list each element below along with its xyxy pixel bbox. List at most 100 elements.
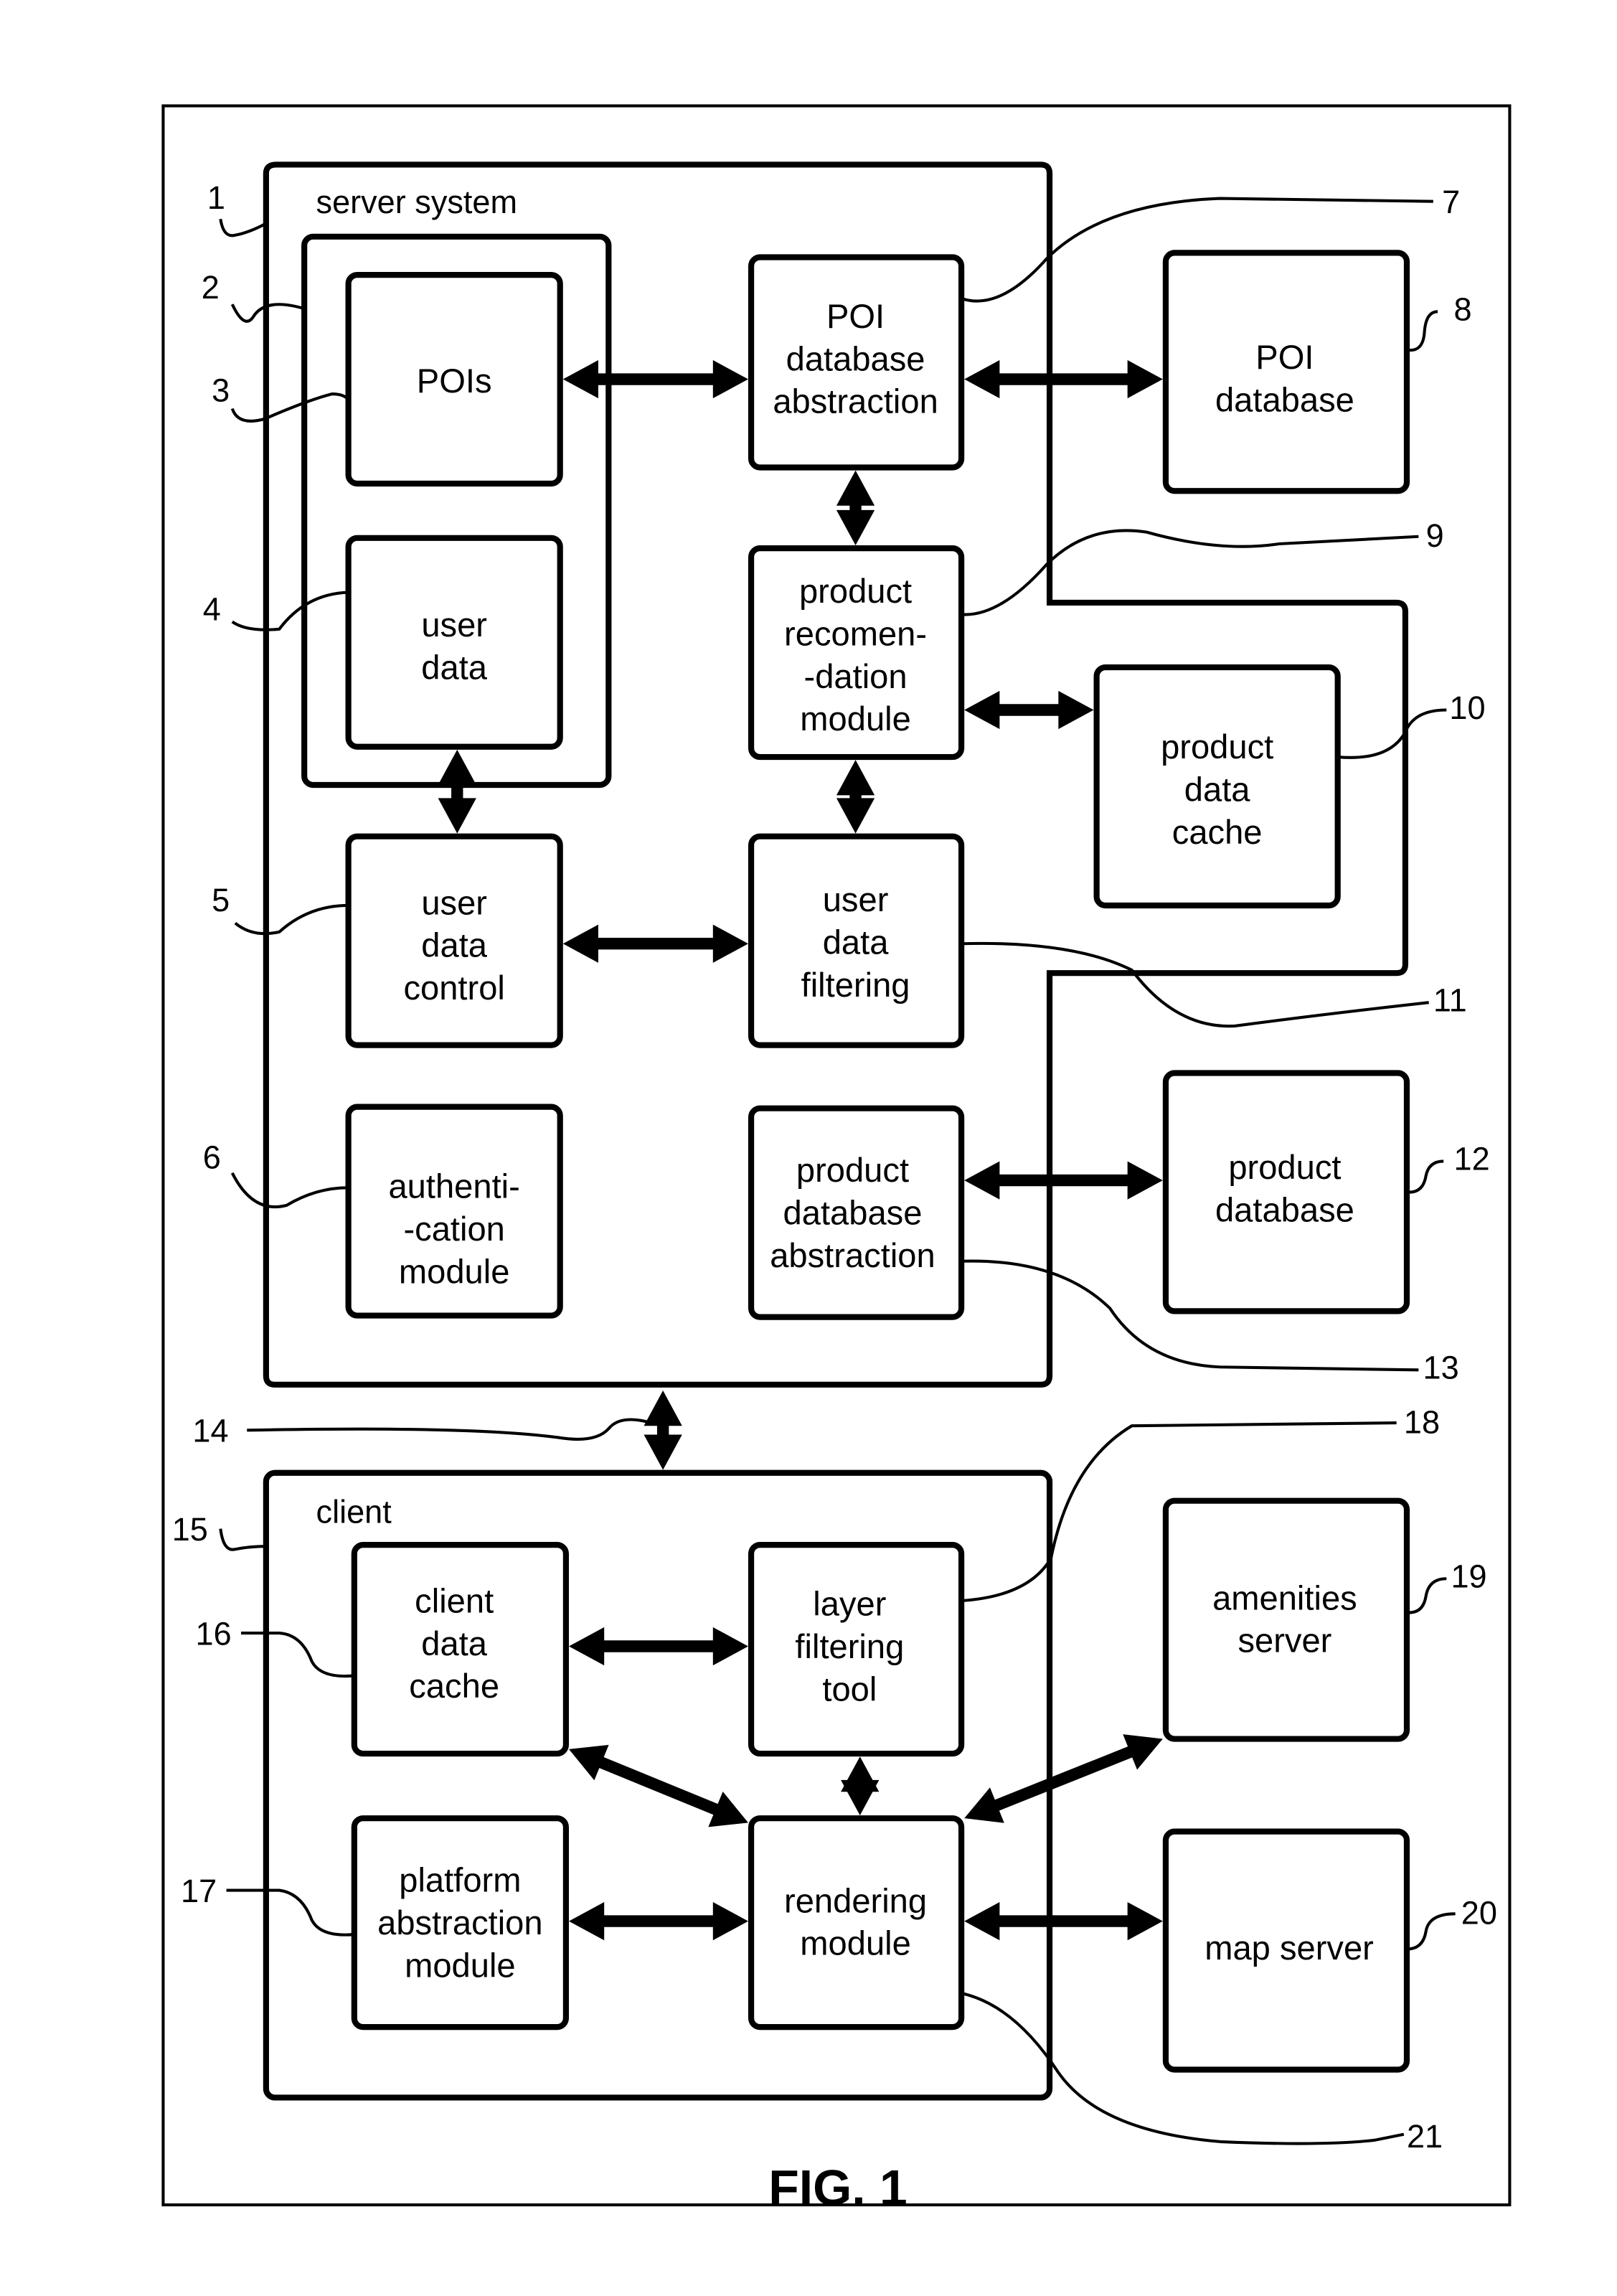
box-label: client — [415, 1581, 494, 1619]
leader-4 — [231, 591, 349, 631]
arrow-poi-db-abstraction-poi-db — [964, 359, 1163, 399]
ref-10: 10 — [1449, 690, 1485, 726]
arrow-amenities-rendering — [964, 1734, 1163, 1823]
ref-15: 15 — [172, 1511, 208, 1548]
box-label: abstraction — [377, 1904, 542, 1942]
box-label: filtering — [801, 966, 910, 1004]
ref-7: 7 — [1442, 184, 1460, 220]
box-user-data-control: user data control — [345, 833, 563, 1048]
box-label: -dation — [804, 657, 908, 695]
leader-20 — [1406, 1912, 1456, 1951]
arrow-layer-filtering-rendering — [841, 1756, 880, 1816]
ref-21: 21 — [1407, 2118, 1443, 2155]
arrow-pois-poi-db-abstraction — [562, 359, 748, 399]
box-label: module — [405, 1946, 516, 1984]
box-label: data — [421, 1624, 487, 1662]
box-label: database — [783, 1194, 923, 1232]
leader-5 — [234, 903, 349, 936]
box-label: module — [800, 700, 911, 738]
ref-16: 16 — [196, 1615, 232, 1652]
ref-1: 1 — [207, 179, 225, 216]
box-label: product — [1228, 1148, 1341, 1186]
ref-6: 6 — [203, 1139, 221, 1176]
box-label: abstraction — [770, 1236, 935, 1274]
ref-14: 14 — [192, 1413, 228, 1449]
leader-3 — [230, 392, 350, 423]
box-poi-database-abstraction: POI database abstraction — [748, 254, 965, 471]
box-label: -cation — [403, 1210, 504, 1248]
leader-16 — [241, 1632, 355, 1678]
box-label: amenities — [1212, 1578, 1357, 1617]
box-label: user — [823, 880, 889, 918]
leader-14 — [247, 1418, 652, 1441]
box-label: product — [799, 572, 912, 610]
client-label: client — [316, 1493, 392, 1530]
arrow-user-data-control-user-data-filtering — [562, 924, 748, 963]
ref-19: 19 — [1451, 1558, 1486, 1595]
box-amenities-server: amenities server — [1162, 1497, 1410, 1742]
box-label: map server — [1204, 1929, 1374, 1967]
ref-18: 18 — [1404, 1403, 1440, 1440]
box-rendering-module: rendering module — [748, 1815, 965, 2031]
patent-diagram: server system client POIs user data user… — [161, 104, 1512, 2216]
arrow-product-db-abstraction-product-db — [964, 1161, 1163, 1200]
box-label: control — [403, 969, 504, 1007]
box-label: authenti- — [388, 1167, 519, 1205]
box-poi-database: POI database — [1162, 250, 1410, 494]
leader-11 — [961, 941, 1429, 1028]
box-label: recomen- — [784, 614, 927, 652]
box-label: abstraction — [773, 382, 938, 420]
box-label: product — [1161, 728, 1273, 766]
box-label: module — [399, 1252, 510, 1290]
ref-5: 5 — [212, 882, 230, 918]
box-product-recommendation-module: product recomen- -dation module — [748, 545, 965, 761]
arrow-user-data-user-data-control — [438, 749, 476, 834]
box-product-data-cache: product data cache — [1093, 664, 1341, 909]
arrow-poi-db-abstraction-product-recommendation — [836, 470, 875, 546]
box-pois: POIs — [345, 272, 563, 487]
arrow-client-cache-layer-filtering — [568, 1627, 748, 1666]
server-system-label: server system — [316, 184, 517, 220]
leader-19 — [1406, 1577, 1447, 1614]
box-label: user — [421, 883, 487, 921]
box-label: rendering — [784, 1881, 927, 1919]
ref-4: 4 — [203, 591, 221, 628]
box-layer-filtering-tool: layer filtering tool — [748, 1542, 965, 1757]
box-label: layer — [813, 1584, 886, 1622]
box-label: POIs — [417, 362, 492, 400]
box-label: database — [786, 339, 925, 377]
box-authentication-module: authenti- -cation module — [345, 1104, 563, 1319]
box-platform-abstraction-module: platform abstraction module — [351, 1815, 569, 2031]
leader-6 — [230, 1172, 349, 1209]
box-label: user — [421, 606, 487, 644]
box-label: data — [421, 648, 487, 686]
box-label: module — [800, 1924, 911, 1962]
ref-2: 2 — [202, 269, 220, 306]
box-label: POI — [826, 297, 885, 335]
ref-9: 9 — [1426, 517, 1444, 554]
leader-12 — [1406, 1159, 1444, 1194]
box-label: data — [421, 926, 487, 964]
leader-17 — [226, 1888, 355, 1937]
ref-17: 17 — [181, 1873, 217, 1909]
arrow-server-client — [644, 1391, 682, 1470]
box-label: product — [796, 1151, 909, 1189]
box-label: data — [1184, 771, 1250, 809]
leader-10 — [1337, 708, 1447, 759]
ref-12: 12 — [1454, 1141, 1490, 1177]
box-label: cache — [409, 1667, 499, 1705]
arrow-client-cache-rendering — [568, 1744, 748, 1827]
box-label: cache — [1172, 813, 1263, 851]
arrow-platform-rendering — [568, 1901, 748, 1941]
arrow-product-recommendation-user-data-filtering — [836, 760, 875, 834]
box-map-server: map server — [1162, 1828, 1410, 2073]
box-label: platform — [399, 1861, 521, 1899]
box-client-data-cache: client data cache — [351, 1542, 569, 1757]
figure-title: FIG. 1 — [768, 2160, 908, 2216]
box-product-database-abstraction: product database abstraction — [748, 1105, 965, 1320]
box-user-data: user data — [345, 535, 563, 750]
ref-8: 8 — [1454, 291, 1472, 328]
arrow-product-recommendation-product-cache — [964, 690, 1094, 730]
box-product-database: product database — [1162, 1070, 1410, 1314]
box-label: tool — [822, 1670, 877, 1708]
